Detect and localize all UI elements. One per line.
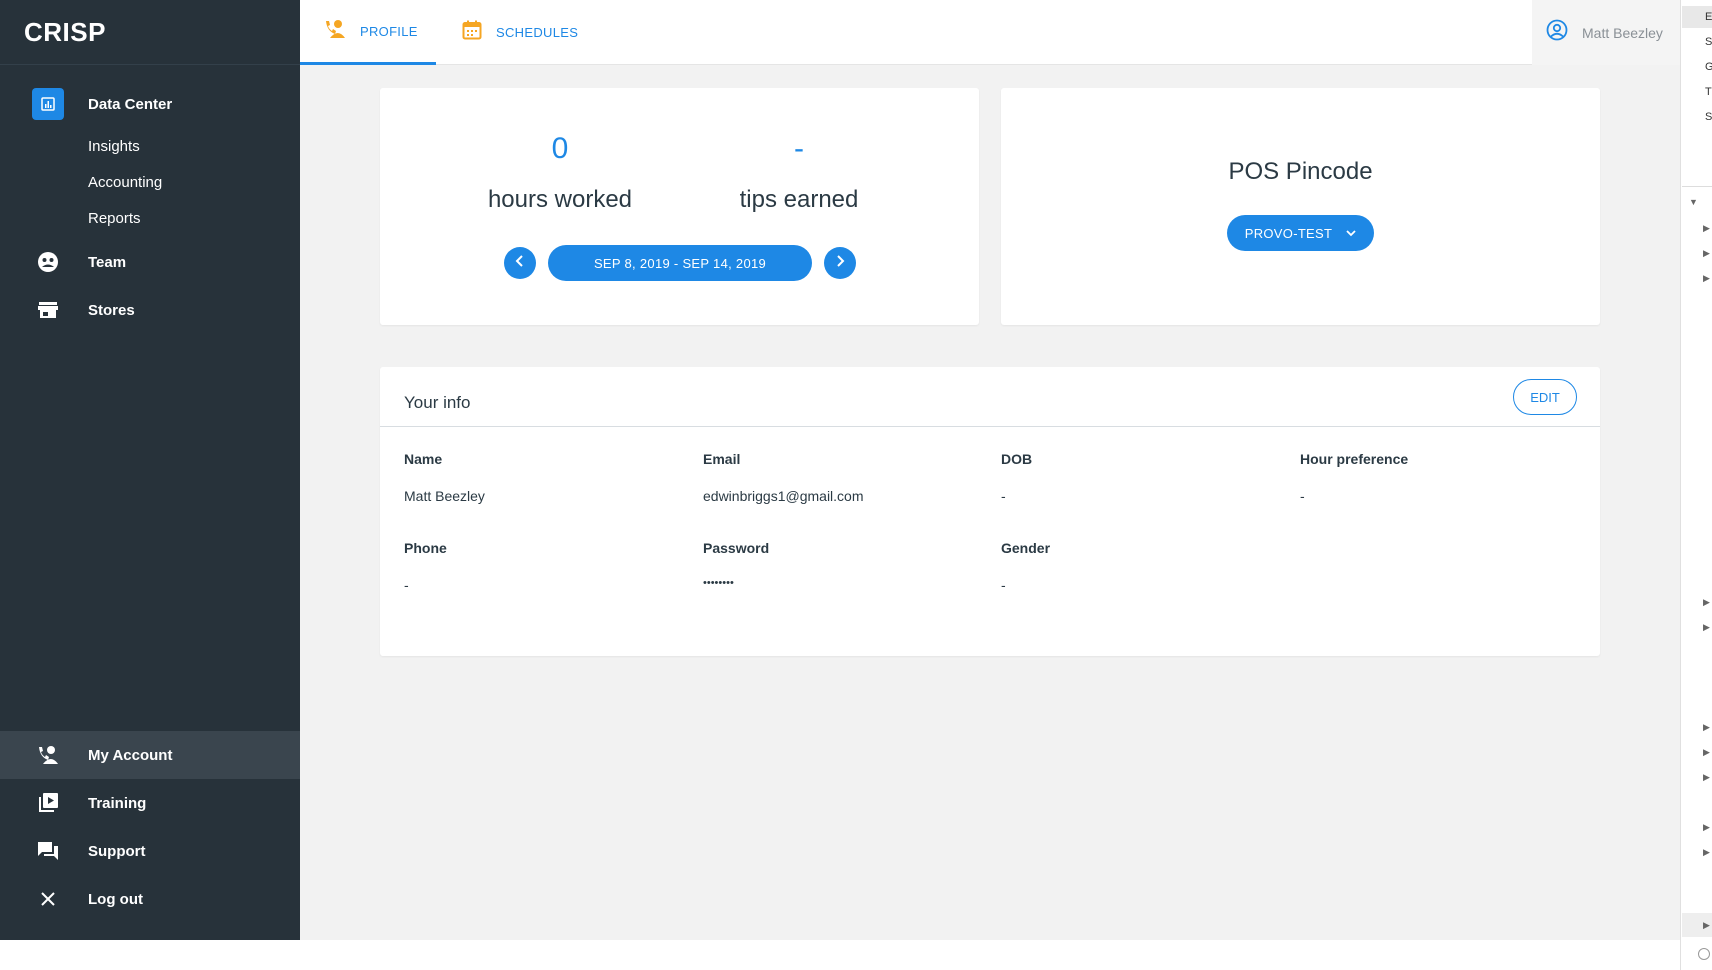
sidebar-item-label: Data Center: [88, 95, 173, 113]
field-value-gender: -: [1001, 577, 1006, 593]
video-library-icon: [32, 787, 64, 819]
sidebar-item-label: Training: [88, 794, 147, 812]
sidebar-subitem-insights[interactable]: Insights: [88, 138, 140, 155]
field-value-email: edwinbriggs1@gmail.com: [703, 488, 864, 504]
bottom-strip: [0, 940, 1680, 970]
store-select-label: PROVO-TEST: [1244, 225, 1333, 241]
close-icon: [32, 883, 64, 915]
expand-down-arrow-icon[interactable]: ▼: [1689, 197, 1698, 207]
filter-icon[interactable]: [1698, 948, 1710, 960]
sidebar: CRISP Data Center Insights Accounting Re…: [0, 0, 300, 940]
sidebar-subitem-reports[interactable]: Reports: [88, 210, 141, 227]
expand-arrow-icon[interactable]: ▶: [1703, 273, 1710, 284]
your-info-card: Your info EDIT Name Matt Beezley Email e…: [380, 367, 1600, 656]
expand-arrow-icon[interactable]: ▶: [1703, 622, 1710, 633]
chevron-right-icon: [834, 254, 846, 272]
expand-arrow-icon[interactable]: ▶: [1703, 597, 1710, 608]
field-label-password: Password: [703, 540, 770, 556]
field-value-password: ••••••••: [703, 577, 734, 589]
sidebar-item-stores[interactable]: Stores: [0, 286, 300, 334]
devtools-panel-edge: E S G T S ▼ ▶ ▶ ▶ ▶ ▶ ▶ ▶ ▶ ▶ ▶ ▶: [1680, 0, 1712, 970]
tab-profile[interactable]: PROFILE: [300, 0, 436, 65]
pos-pincode-title: POS Pincode: [1228, 158, 1373, 185]
expand-arrow-icon[interactable]: ▶: [1703, 772, 1710, 783]
expand-arrow-icon[interactable]: ▶: [1703, 920, 1710, 931]
sidebar-item-logout[interactable]: Log out: [0, 875, 300, 923]
previous-week-button[interactable]: [504, 247, 536, 279]
field-value-dob: -: [1001, 488, 1006, 504]
divider: [380, 426, 1600, 427]
user-circle-icon: [1546, 19, 1568, 46]
chevron-down-icon: [1346, 229, 1356, 237]
sidebar-item-team[interactable]: Team: [0, 238, 300, 286]
store-icon: [32, 294, 64, 326]
sidebar-item-training[interactable]: Training: [0, 779, 300, 827]
calendar-icon: [462, 20, 482, 45]
field-label-name: Name: [404, 451, 443, 467]
expand-arrow-icon[interactable]: ▶: [1703, 822, 1710, 833]
your-info-title: Your info: [404, 393, 471, 412]
bar-chart-icon: [32, 88, 64, 120]
expand-arrow-icon[interactable]: ▶: [1703, 847, 1710, 858]
sidebar-item-label: Team: [88, 253, 127, 271]
chat-icon: [32, 835, 64, 867]
field-value-hour-preference: -: [1300, 488, 1305, 504]
tab-label: SCHEDULES: [496, 25, 579, 40]
sidebar-item-label: Log out: [88, 890, 143, 908]
crisp-logo[interactable]: CRISP: [0, 0, 300, 65]
chevron-left-icon: [514, 254, 526, 272]
field-label-phone: Phone: [404, 540, 447, 556]
devtools-text: E: [1705, 11, 1712, 23]
tab-label: PROFILE: [360, 23, 418, 39]
sidebar-item-my-account[interactable]: My Account: [0, 731, 300, 779]
user-phone-icon: [324, 19, 346, 44]
sidebar-item-data-center[interactable]: Data Center: [0, 80, 300, 128]
devtools-text: S: [1705, 36, 1712, 48]
hours-worked-value: 0: [551, 132, 569, 165]
top-bar: PROFILE SCHEDULES Matt Beezley: [300, 0, 1680, 65]
sidebar-item-support[interactable]: Support: [0, 827, 300, 875]
expand-arrow-icon[interactable]: ▶: [1703, 747, 1710, 758]
expand-arrow-icon[interactable]: ▶: [1703, 223, 1710, 234]
team-icon: [32, 246, 64, 278]
next-week-button[interactable]: [824, 247, 856, 279]
field-value-name: Matt Beezley: [404, 488, 485, 504]
sidebar-item-label: My Account: [88, 746, 173, 764]
store-select-button[interactable]: PROVO-TEST: [1227, 215, 1374, 251]
pos-pincode-card: POS Pincode PROVO-TEST: [1001, 88, 1600, 325]
edit-button[interactable]: EDIT: [1513, 379, 1577, 415]
sidebar-item-label: Stores: [88, 301, 135, 319]
user-menu[interactable]: Matt Beezley: [1532, 0, 1680, 65]
divider: [1682, 186, 1712, 187]
devtools-text: T: [1705, 86, 1712, 98]
date-range-picker[interactable]: SEP 8, 2019 - SEP 14, 2019: [548, 245, 812, 281]
user-name: Matt Beezley: [1582, 24, 1663, 41]
tab-schedules[interactable]: SCHEDULES: [462, 0, 578, 65]
tips-earned-value: -: [794, 132, 804, 165]
hours-worked-label: hours worked: [487, 186, 633, 213]
expand-arrow-icon[interactable]: ▶: [1703, 248, 1710, 259]
field-value-phone: -: [404, 577, 409, 593]
sidebar-item-label: Support: [88, 842, 146, 860]
user-phone-icon: [32, 739, 64, 771]
field-label-email: Email: [703, 451, 741, 467]
devtools-text: G: [1705, 61, 1712, 73]
field-label-hour-preference: Hour preference: [1300, 451, 1409, 467]
tips-earned-label: tips earned: [739, 186, 859, 213]
sidebar-subitem-accounting[interactable]: Accounting: [88, 174, 162, 191]
field-label-dob: DOB: [1001, 451, 1033, 467]
field-label-gender: Gender: [1001, 540, 1051, 556]
expand-arrow-icon[interactable]: ▶: [1703, 722, 1710, 733]
devtools-text: S: [1705, 111, 1712, 123]
stats-card: 0 hours worked - tips earned SEP 8, 2019…: [380, 88, 979, 325]
